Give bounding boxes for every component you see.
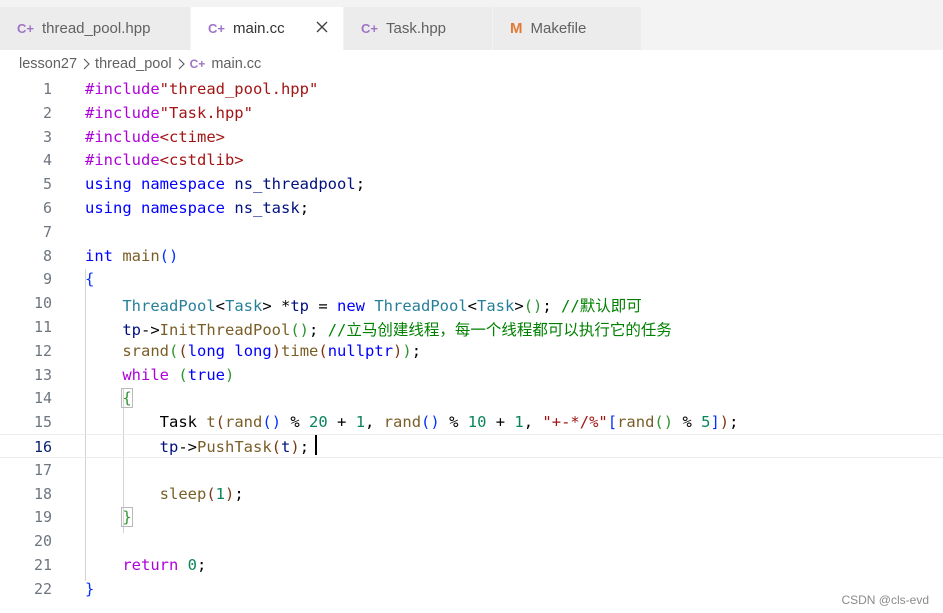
line-number: 14 <box>33 389 52 408</box>
chevron-right-icon <box>81 57 91 71</box>
code-text[interactable]: srand((long long)time(nullptr)); <box>85 342 421 360</box>
line-number: 18 <box>33 484 52 503</box>
code-line[interactable]: 2 #include"Task.hpp" <box>0 101 943 125</box>
code-line[interactable]: 20 <box>0 529 943 553</box>
breadcrumb: lesson27 thread_pool C+ main.cc <box>0 50 943 78</box>
code-line[interactable]: 21 return 0; <box>0 553 943 577</box>
line-number: 12 <box>33 341 52 360</box>
code-line[interactable]: 17 <box>0 458 943 482</box>
code-text[interactable]: return 0; <box>85 556 206 574</box>
code-text[interactable]: { <box>85 388 133 409</box>
code-line[interactable]: 4 #include<cstdlib> <box>0 148 943 172</box>
code-text[interactable]: #include<ctime> <box>85 128 225 146</box>
code-text[interactable]: ThreadPool<Task> *tp = new ThreadPool<Ta… <box>85 294 641 316</box>
line-number: 3 <box>42 127 52 146</box>
code-text[interactable]: Task t(rand() % 20 + 1, rand() % 10 + 1,… <box>85 413 739 431</box>
code-line[interactable]: 11 tp->InitThreadPool(); //立马创建线程，每一个线程都… <box>0 315 943 339</box>
line-number: 7 <box>42 222 52 241</box>
cpp-file-icon: C+ <box>189 57 206 71</box>
code-text[interactable]: tp->PushTask(t); <box>85 438 309 456</box>
line-number: 6 <box>42 199 52 217</box>
code-text[interactable]: using namespace ns_task; <box>85 199 309 217</box>
line-number: 20 <box>33 532 52 551</box>
line-number: 22 <box>33 579 52 598</box>
line-number: 4 <box>42 151 52 170</box>
line-number: 1 <box>42 80 52 98</box>
code-text[interactable]: sleep(1); <box>85 485 244 503</box>
code-line[interactable]: 22} <box>0 577 943 601</box>
code-text[interactable]: } <box>85 580 94 598</box>
tab-thread-pool-hpp[interactable]: C+ thread_pool.hpp <box>0 7 190 50</box>
code-text[interactable]: using namespace ns_threadpool; <box>85 175 365 193</box>
watermark: CSDN @cls-evd <box>841 593 929 607</box>
tab-main-cc[interactable]: C+ main.cc <box>191 7 343 50</box>
code-text[interactable]: { <box>85 270 94 288</box>
line-number: 8 <box>42 246 52 265</box>
line-number: 19 <box>33 508 52 527</box>
editor-tab-bar: C+ thread_pool.hpp C+ main.cc C+ Task.hp… <box>0 7 943 50</box>
line-number: 13 <box>33 365 52 384</box>
line-number: 2 <box>42 103 52 122</box>
tab-label: Makefile <box>530 20 587 37</box>
tab-label: main.cc <box>232 20 285 37</box>
tab-label: Task.hpp <box>385 20 447 37</box>
cpp-file-icon: C+ <box>17 21 34 36</box>
line-number: 5 <box>42 175 52 194</box>
code-text[interactable]: while (true) <box>85 366 234 384</box>
code-text[interactable]: #include<cstdlib> <box>85 151 244 169</box>
code-line[interactable]: 19 } <box>0 505 943 529</box>
code-text[interactable]: } <box>85 507 133 528</box>
code-line[interactable]: 12 srand((long long)time(nullptr)); <box>0 339 943 363</box>
makefile-icon: M <box>510 20 523 37</box>
chevron-right-icon <box>176 57 186 71</box>
cpp-file-icon: C+ <box>208 21 225 36</box>
code-line[interactable]: 3 #include<ctime> <box>0 125 943 149</box>
code-line[interactable]: 10 ThreadPool<Task> *tp = new ThreadPool… <box>0 291 943 315</box>
cpp-file-icon: C+ <box>361 21 378 36</box>
breadcrumb-item-lesson27[interactable]: lesson27 <box>19 56 77 72</box>
line-number: 15 <box>33 413 52 432</box>
code-text[interactable]: int main() <box>85 247 178 265</box>
code-line[interactable]: 18 sleep(1); <box>0 482 943 506</box>
code-text[interactable]: #include"Task.hpp" <box>85 104 253 122</box>
code-line[interactable]: 16 tp->PushTask(t); <box>0 434 943 458</box>
line-number: 9 <box>42 270 52 289</box>
code-line[interactable]: 9{ <box>0 267 943 291</box>
code-line[interactable]: 15 Task t(rand() % 20 + 1, rand() % 10 +… <box>0 410 943 434</box>
code-line[interactable]: 5 using namespace ns_threadpool; <box>0 172 943 196</box>
line-number: 16 <box>33 438 52 456</box>
code-text[interactable]: #include"thread_pool.hpp" <box>85 80 318 98</box>
line-number: 11 <box>33 318 52 336</box>
code-line[interactable]: 7 <box>0 220 943 244</box>
line-number: 21 <box>33 556 52 574</box>
code-line[interactable]: 1 #include"thread_pool.hpp" <box>0 77 943 101</box>
window-top-strip <box>0 0 943 7</box>
code-line[interactable]: 6 using namespace ns_task; <box>0 196 943 220</box>
code-line[interactable]: 13 while (true) <box>0 363 943 387</box>
close-icon[interactable] <box>313 17 331 37</box>
breadcrumb-item-main-cc[interactable]: main.cc <box>211 56 261 72</box>
line-number: 17 <box>33 460 52 479</box>
line-number: 10 <box>33 294 52 313</box>
code-editor[interactable]: 1 #include"thread_pool.hpp" 2 #include"Task… <box>0 77 943 613</box>
tab-label: thread_pool.hpp <box>41 20 151 37</box>
tab-task-hpp[interactable]: C+ Task.hpp <box>344 7 492 50</box>
tab-makefile[interactable]: M Makefile <box>493 7 641 50</box>
code-text[interactable]: tp->InitThreadPool(); //立马创建线程，每一个线程都可以执… <box>85 318 672 340</box>
breadcrumb-item-thread-pool[interactable]: thread_pool <box>95 56 172 72</box>
code-line[interactable]: 14 { <box>0 386 943 410</box>
code-line[interactable]: 8 int main() <box>0 244 943 268</box>
